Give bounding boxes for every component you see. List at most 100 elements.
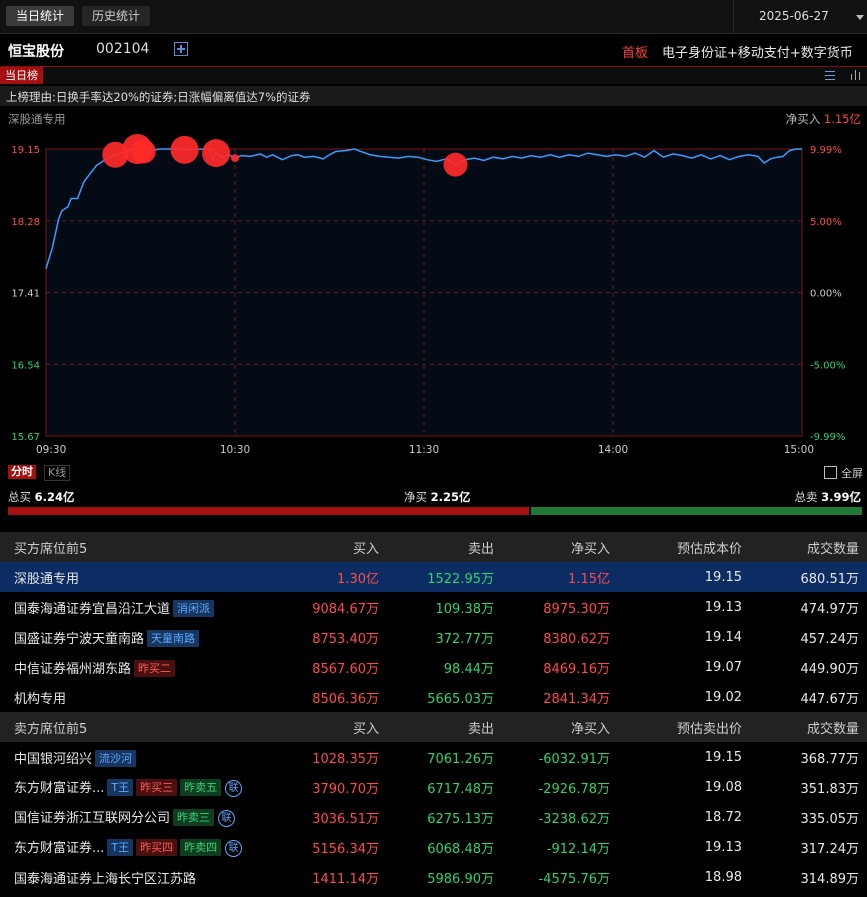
tab-kline[interactable]: K线 — [44, 465, 71, 481]
view-switch — [819, 67, 867, 84]
trade-bubble[interactable] — [231, 154, 239, 163]
buy-cell: 1028.35万 — [312, 751, 379, 767]
buy-cell: 3790.70万 — [312, 781, 379, 797]
sell-header-col-5[interactable]: 成交数量 — [750, 712, 867, 742]
sell-header-col-2[interactable]: 卖出 — [387, 712, 502, 742]
intraday-chart[interactable]: 19.15 9.99% 18.28 5.00% 17.41 0.00% 16.54 -5.00… — [0, 128, 867, 458]
seat-tag[interactable]: 昨买三 — [136, 779, 178, 796]
table-row[interactable]: 中国银河绍兴 流沙河 1028.35万 7061.26万 -6032.91万 19.15 3… — [0, 742, 867, 772]
add-watchlist-icon[interactable] — [174, 42, 188, 56]
seat-tag[interactable]: T王 — [107, 779, 134, 796]
seat-tag[interactable]: 昨买四 — [136, 839, 178, 856]
seat-tag[interactable]: 昨卖四 — [180, 839, 222, 856]
table-row[interactable]: 机构专用 8506.36万 5665.03万 2841.34万 19.02 447.67万 — [0, 682, 867, 712]
total-sell: 总卖 3.99亿 — [794, 489, 861, 505]
buy-cell: 1.30亿 — [275, 562, 387, 592]
table-row[interactable]: 国泰海通证券宜昌沿江大道 消闲派 9084.67万 109.38万 8975.30万 19… — [0, 592, 867, 622]
seat-name-cell[interactable]: 中国银河绍兴 流沙河 — [0, 742, 275, 772]
tab-history-stats[interactable]: 历史统计 — [82, 6, 151, 26]
sell-header-col-3[interactable]: 净买入 — [502, 712, 618, 742]
seat-name: 中国银河绍兴 — [14, 751, 93, 767]
seat-name-cell[interactable]: 东方财富证券... T王 昨买三 昨卖五联 — [0, 772, 275, 802]
reason-bar: 上榜理由:日换手率达20%的证券;日涨幅偏离值达7%的证券 — [0, 86, 867, 106]
seat-tag[interactable]: 流沙河 — [95, 749, 137, 767]
buy-header-col-3[interactable]: 净买入 — [502, 532, 618, 562]
sell-cell: 1522.95万 — [387, 562, 502, 592]
sell-ratio — [531, 507, 862, 515]
seat-name-cell[interactable]: 东方财富证券... T王 昨买四 昨卖四联 — [0, 832, 275, 862]
x-tick-label: 15:00 — [784, 444, 814, 456]
table-row[interactable]: 东方财富证券... T王 昨买四 昨卖四联 5156.34万 6068.48万 -912.1… — [0, 832, 867, 862]
total-buy-value: 6.24亿 — [34, 490, 75, 504]
fullscreen-button[interactable]: 全屏 — [824, 465, 863, 481]
tab-fenshi[interactable]: 分时 — [8, 465, 36, 479]
volume-cell: 314.89万 — [800, 871, 860, 887]
buy-header-col-1[interactable]: 买入 — [275, 532, 387, 562]
x-tick-label: 11:30 — [409, 444, 439, 456]
price-cell: 19.02 — [704, 689, 742, 705]
seat-name-cell[interactable]: 机构专用 — [0, 682, 275, 712]
seat-tag[interactable]: 天童南路 — [147, 629, 200, 647]
net-buy-cell: 8380.62万 — [543, 631, 610, 647]
date-select[interactable]: 2025-06-27 — [733, 0, 867, 33]
reason-text: 上榜理由:日换手率达20%的证券;日涨幅偏离值达7%的证券 — [6, 90, 311, 104]
volume-cell: 335.05万 — [800, 811, 860, 827]
linked-seat-icon[interactable]: 联 — [218, 810, 236, 827]
linked-seat-icon[interactable]: 联 — [225, 780, 243, 797]
linked-seat-icon[interactable]: 联 — [225, 840, 243, 857]
buy-header-col-2[interactable]: 卖出 — [387, 532, 502, 562]
seat-tag[interactable]: T王 — [107, 839, 134, 856]
net-buy-cell: -3238.62万 — [538, 811, 610, 827]
bar-view-icon[interactable] — [845, 67, 867, 84]
table-row[interactable]: 东方财富证券... T王 昨买三 昨卖五联 3790.70万 6717.48万 -2926.… — [0, 772, 867, 802]
board-label: 首板 — [622, 46, 649, 61]
sell-cell: 109.38万 — [435, 601, 495, 617]
buy-sell-ratio-bar — [8, 507, 862, 515]
buy-header-col-0: 买方席位前5 — [0, 532, 275, 562]
trade-bubble[interactable] — [443, 152, 468, 177]
seat-tag[interactable]: 消闲派 — [173, 599, 215, 617]
x-tick-label: 14:00 — [598, 444, 628, 456]
seat-tag[interactable]: 昨卖三 — [173, 809, 215, 826]
seat-name: 国泰海通证券上海长宁区江苏路 — [14, 871, 197, 887]
seat-name: 东方财富证券... — [14, 781, 105, 796]
stock-name: 恒宝股份 — [8, 44, 64, 60]
seat-name-cell[interactable]: 国信证券浙江互联网分公司 昨卖三联 — [0, 802, 275, 832]
table-row[interactable]: 国盛证券宁波天童南路 天童南路 8753.40万 372.77万 8380.62万 19.… — [0, 622, 867, 652]
trade-bubble[interactable] — [202, 139, 231, 168]
y-tick-label: 18.28 — [11, 217, 40, 228]
total-buy-label: 总买 — [8, 490, 31, 504]
seat-name-cell[interactable]: 中信证券福州湖东路 昨买二 — [0, 652, 275, 682]
buy-header-col-4[interactable]: 预估成本价 — [618, 532, 750, 562]
seat-name-cell[interactable]: 国泰海通证券宜昌沿江大道 消闲派 — [0, 592, 275, 622]
top-bar: 当日统计 历史统计 2025-06-27 — [0, 0, 867, 34]
concept-label: 电子身份证+移动支付+数字货币 — [662, 46, 853, 61]
sell-cell: 6275.13万 — [427, 811, 494, 827]
pct-tick-label: 5.00% — [810, 217, 842, 228]
seat-tag[interactable]: 昨卖五 — [180, 779, 222, 796]
seat-name-cell[interactable]: 国盛证券宁波天童南路 天童南路 — [0, 622, 275, 652]
list-tag[interactable]: 当日榜 — [0, 67, 43, 84]
table-row[interactable]: 国信证券浙江互联网分公司 昨卖三联 3036.51万 6275.13万 -3238.62… — [0, 802, 867, 832]
list-view-icon[interactable] — [819, 67, 841, 84]
fullscreen-label: 全屏 — [841, 467, 863, 480]
date-value: 2025-06-27 — [759, 9, 829, 23]
price-cell: 19.13 — [704, 839, 742, 855]
y-tick-label: 16.54 — [11, 360, 40, 371]
seat-name: 国泰海通证券宜昌沿江大道 — [14, 601, 171, 617]
table-row[interactable]: 国泰海通证券上海长宁区江苏路 1411.14万 5986.90万 -4575.76万 1… — [0, 862, 867, 892]
volume-cell: 447.67万 — [800, 691, 860, 707]
tab-today-stats[interactable]: 当日统计 — [6, 6, 75, 26]
seat-tag[interactable]: 昨买二 — [134, 659, 176, 677]
table-row[interactable]: 中信证券福州湖东路 昨买二 8567.60万 98.44万 8469.16万 19.07 4… — [0, 652, 867, 682]
seat-name: 东方财富证券... — [14, 841, 105, 856]
sell-header-col-1[interactable]: 买入 — [275, 712, 387, 742]
price-cell: 19.08 — [704, 779, 742, 795]
seat-name-cell[interactable]: 深股通专用 — [0, 562, 275, 592]
trade-bubble[interactable] — [131, 139, 156, 164]
trade-bubble[interactable] — [170, 135, 199, 164]
seat-name-cell[interactable]: 国泰海通证券上海长宁区江苏路 — [0, 862, 275, 892]
buy-header-col-5[interactable]: 成交数量 — [750, 532, 867, 562]
table-row[interactable]: 深股通专用 1.30亿 1522.95万 1.15亿 19.15 680.51万 — [0, 562, 867, 592]
sell-header-col-4[interactable]: 预估卖出价 — [618, 712, 750, 742]
